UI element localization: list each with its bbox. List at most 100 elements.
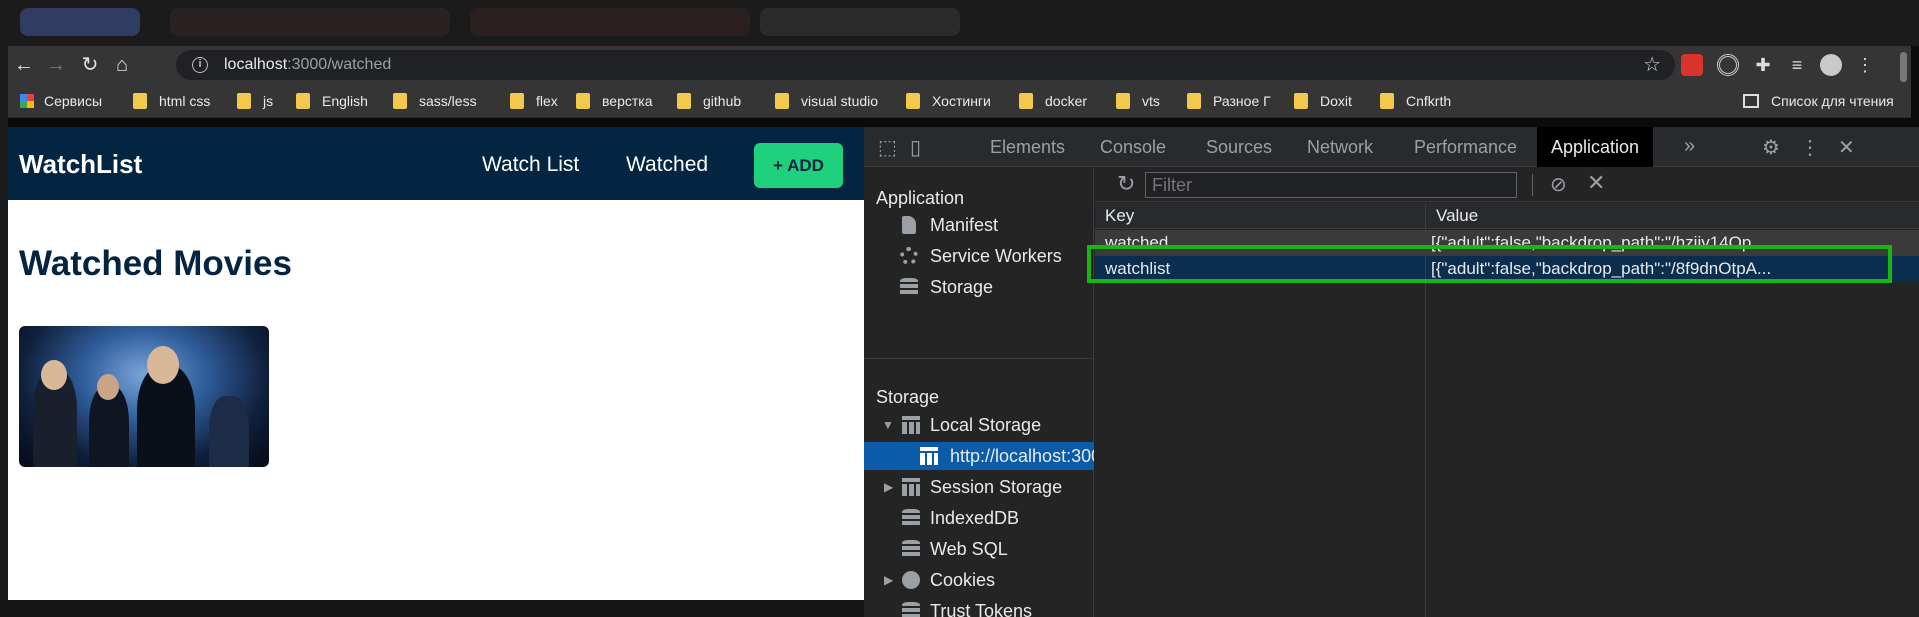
forward-arrow-icon[interactable]: → <box>44 53 68 77</box>
device-toolbar-icon[interactable]: ▯ <box>910 135 921 160</box>
more-tabs-icon[interactable]: » <box>1684 135 1695 158</box>
folder-icon <box>393 93 407 109</box>
bookmark-folder[interactable]: верстка <box>576 93 652 111</box>
bookmark-folder[interactable]: html css <box>133 93 210 111</box>
sidebar-item-indexeddb[interactable]: IndexedDB <box>864 504 1094 532</box>
expanded-triangle-icon[interactable]: ▼ <box>882 411 894 439</box>
devtools-menu-icon[interactable]: ⋮ <box>1800 135 1820 160</box>
collapsed-triangle-icon[interactable]: ▶ <box>884 566 893 594</box>
clear-all-icon[interactable]: ⊘ <box>1550 172 1567 197</box>
inspect-element-icon[interactable]: ⬚ <box>878 135 897 160</box>
table-icon <box>920 447 938 465</box>
toolbar-separator <box>1532 174 1533 196</box>
tab-elements[interactable]: Elements <box>976 127 1079 167</box>
bookmark-folder[interactable]: vts <box>1116 93 1160 111</box>
bookmark-star-icon[interactable]: ☆ <box>1643 52 1661 77</box>
browser-tab[interactable] <box>20 8 140 36</box>
devtools-panel: ⬚ ▯ Elements Console Sources Network Per… <box>864 127 1919 617</box>
storage-view: ↻ ⊘ ✕ Key Value watched [{"adult":false,… <box>1095 168 1919 617</box>
sidebar-item-session-storage[interactable]: ▶ Session Storage <box>864 473 1094 501</box>
bookmark-folder[interactable]: Разное Г <box>1187 93 1271 111</box>
folder-icon <box>576 93 590 109</box>
sidebar-item-service-workers[interactable]: Service Workers <box>864 242 1094 270</box>
sidebar-divider <box>864 358 1094 359</box>
tab-application[interactable]: Application <box>1537 127 1654 167</box>
sidebar-item-manifest[interactable]: Manifest <box>864 211 1094 239</box>
document-icon <box>902 216 916 234</box>
back-arrow-icon[interactable]: ← <box>12 53 36 77</box>
bookmark-folder[interactable]: github <box>677 93 741 111</box>
reload-icon[interactable]: ↻ <box>78 53 102 77</box>
folder-icon <box>677 93 691 109</box>
folder-icon <box>1380 93 1394 109</box>
sidebar-item-local-storage[interactable]: ▼ Local Storage <box>864 411 1094 439</box>
address-bar[interactable]: i localhost:3000/watched ☆ <box>176 50 1675 80</box>
collapsed-triangle-icon[interactable]: ▶ <box>884 473 893 501</box>
sidebar-item-cookies[interactable]: ▶ Cookies <box>864 566 1094 594</box>
media-queue-icon[interactable]: ≡ <box>1786 54 1808 76</box>
sidebar-item-trust-tokens[interactable]: Trust Tokens <box>864 597 1094 617</box>
bookmark-folder[interactable]: sass/less <box>393 93 477 111</box>
sidebar-item-web-sql[interactable]: Web SQL <box>864 535 1094 563</box>
window-edge <box>0 46 8 617</box>
settings-gear-icon[interactable]: ⚙ <box>1762 135 1780 160</box>
add-button[interactable]: + ADD <box>754 143 843 188</box>
sidebar-item-local-storage-origin[interactable]: http://localhost:3000 <box>864 442 1094 470</box>
folder-icon <box>133 93 147 109</box>
url-text[interactable]: localhost:3000/watched <box>224 56 391 74</box>
filter-input[interactable] <box>1145 172 1517 198</box>
tab-console[interactable]: Console <box>1086 127 1180 167</box>
tab-network[interactable]: Network <box>1293 127 1387 167</box>
tab-sources[interactable]: Sources <box>1192 127 1286 167</box>
movie-poster[interactable] <box>19 326 269 467</box>
folder-icon <box>237 93 251 109</box>
extensions-puzzle-icon[interactable]: ✚ <box>1752 54 1774 76</box>
delete-selected-icon[interactable]: ✕ <box>1587 170 1605 196</box>
database-icon <box>902 540 920 558</box>
sidebar-heading-storage: Storage <box>876 387 940 407</box>
folder-icon <box>906 93 920 109</box>
bookmark-folder[interactable]: English <box>296 93 368 111</box>
browser-tab[interactable] <box>470 8 750 36</box>
profile-avatar[interactable] <box>1820 54 1842 76</box>
folder-icon <box>1187 93 1201 109</box>
app-logo[interactable]: WatchList <box>19 149 142 180</box>
bookmark-folder[interactable]: Doxit <box>1294 93 1352 111</box>
bookmark-folder[interactable]: Хостинги <box>906 93 991 111</box>
reading-list-button[interactable]: Список для чтения <box>1743 93 1894 111</box>
bookmark-folder[interactable]: docker <box>1019 93 1087 111</box>
folder-icon <box>1019 93 1033 109</box>
column-header-key[interactable]: Key <box>1095 203 1425 229</box>
site-info-icon[interactable]: i <box>192 57 208 73</box>
chrome-menu-icon[interactable]: ⋮ <box>1854 54 1876 76</box>
browser-tab[interactable] <box>170 8 450 36</box>
bookmark-folder[interactable]: js <box>237 93 273 111</box>
bookmark-services[interactable]: Сервисы <box>20 93 102 111</box>
nav-watched[interactable]: Watched <box>626 153 708 177</box>
extension-target-icon[interactable] <box>1717 54 1739 76</box>
database-icon <box>902 509 920 527</box>
browser-toolbar: ← → ↻ ⌂ i localhost:3000/watched ☆ ✚ ≡ ⋮ <box>8 46 1911 84</box>
home-icon[interactable]: ⌂ <box>110 53 134 77</box>
browser-tab[interactable] <box>760 8 960 36</box>
apps-icon <box>20 94 34 108</box>
window-bottom <box>0 600 864 617</box>
reading-list-icon <box>1743 94 1759 108</box>
bookmark-folder[interactable]: visual studio <box>775 93 878 111</box>
refresh-icon[interactable]: ↻ <box>1117 171 1135 197</box>
sidebar-item-storage[interactable]: Storage <box>864 273 1094 301</box>
highlight-annotation-box <box>1087 245 1892 283</box>
bookmarks-bar: Сервисы html css js English sass/less fl… <box>8 84 1911 118</box>
column-header-value[interactable]: Value <box>1426 203 1919 229</box>
page-viewport: WatchList Watch List Watched + ADD Watch… <box>8 127 864 600</box>
folder-icon <box>1116 93 1130 109</box>
tab-performance[interactable]: Performance <box>1400 127 1531 167</box>
extension-icon[interactable] <box>1681 54 1703 76</box>
bookmark-folder[interactable]: flex <box>510 93 558 111</box>
app-header: WatchList Watch List Watched + ADD <box>8 127 864 200</box>
database-icon <box>900 278 918 296</box>
close-devtools-icon[interactable]: ✕ <box>1838 135 1855 160</box>
nav-watch-list[interactable]: Watch List <box>482 153 579 177</box>
database-icon <box>902 602 920 617</box>
bookmark-folder[interactable]: Cnfkrth <box>1380 93 1451 111</box>
